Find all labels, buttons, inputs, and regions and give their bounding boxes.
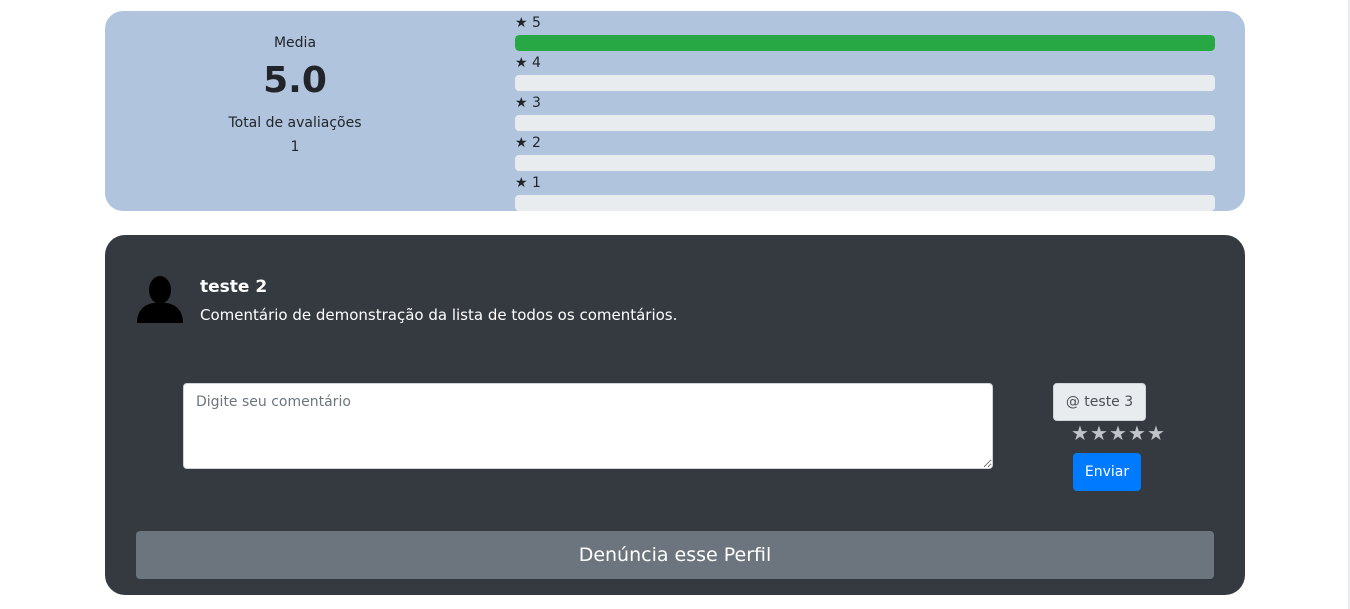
average-label: Media — [273, 35, 317, 51]
progress-track — [515, 155, 1215, 171]
comment-card: teste 2 Comentário de demonstração da li… — [105, 235, 1245, 595]
rating-bar-1: ★ 1 — [515, 171, 1215, 211]
star-icon-2[interactable]: ★ — [1090, 423, 1109, 443]
comment-text: Comentário de demonstração da lista de t… — [200, 306, 678, 324]
send-button[interactable]: Enviar — [1073, 453, 1141, 491]
mention-tag: @ teste 3 — [1053, 383, 1146, 421]
comment-author: teste 2 — [200, 277, 268, 297]
rating-bar-3: ★ 3 — [515, 91, 1215, 131]
progress-track — [515, 115, 1215, 131]
rating-bar-label: ★ 4 — [515, 55, 541, 71]
total-reviews-label: Total de avaliações — [228, 115, 362, 131]
report-profile-button[interactable]: Denúncia esse Perfil — [136, 531, 1214, 579]
rating-bar-label: ★ 5 — [515, 15, 541, 31]
average-value: 5.0 — [263, 60, 327, 101]
rating-bar-2: ★ 2 — [515, 131, 1215, 171]
progress-track — [515, 195, 1215, 211]
total-reviews-value: 1 — [290, 139, 300, 155]
user-avatar-icon — [137, 276, 183, 323]
rating-summary-card: Media 5.0 Total de avaliações 1 ★ 5 ★ 4 … — [105, 11, 1245, 211]
star-icon-3[interactable]: ★ — [1109, 423, 1128, 443]
rating-bar-label: ★ 2 — [515, 135, 541, 151]
rating-bar-label: ★ 3 — [515, 95, 541, 111]
star-icon-4[interactable]: ★ — [1128, 423, 1147, 443]
comment-input[interactable] — [183, 383, 993, 469]
rating-bar-4: ★ 4 — [515, 51, 1215, 91]
rating-bar-5: ★ 5 — [515, 11, 1215, 51]
progress-fill — [515, 35, 1215, 51]
progress-track — [515, 35, 1215, 51]
star-rating-input: ★★★★★ — [1071, 423, 1166, 443]
progress-track — [515, 75, 1215, 91]
rating-bar-label: ★ 1 — [515, 175, 541, 191]
star-icon-1[interactable]: ★ — [1071, 423, 1090, 443]
star-icon-5[interactable]: ★ — [1147, 423, 1166, 443]
